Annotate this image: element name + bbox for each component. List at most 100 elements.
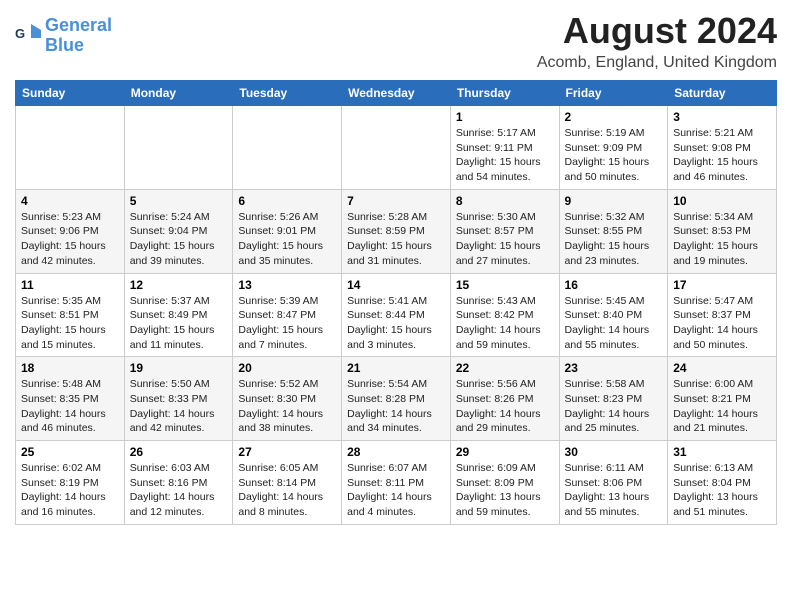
header-sunday: Sunday bbox=[16, 81, 125, 106]
cell-w0-d1 bbox=[124, 106, 233, 190]
day-info-16: Sunrise: 5:45 AMSunset: 8:40 PMDaylight:… bbox=[565, 294, 663, 353]
day-info-1: Sunrise: 5:17 AMSunset: 9:11 PMDaylight:… bbox=[456, 126, 554, 185]
day-info-30: Sunrise: 6:11 AMSunset: 8:06 PMDaylight:… bbox=[565, 461, 663, 520]
day-info-15: Sunrise: 5:43 AMSunset: 8:42 PMDaylight:… bbox=[456, 294, 554, 353]
cell-w2-d0: 11 Sunrise: 5:35 AMSunset: 8:51 PMDayligh… bbox=[16, 273, 125, 357]
day-number-26: 26 bbox=[130, 445, 228, 459]
title-area: August 2024 Acomb, England, United Kingd… bbox=[537, 10, 777, 72]
cell-w3-d5: 23 Sunrise: 5:58 AMSunset: 8:23 PMDayligh… bbox=[559, 357, 668, 441]
day-info-22: Sunrise: 5:56 AMSunset: 8:26 PMDaylight:… bbox=[456, 377, 554, 436]
day-number-20: 20 bbox=[238, 361, 336, 375]
day-number-12: 12 bbox=[130, 278, 228, 292]
day-number-5: 5 bbox=[130, 194, 228, 208]
day-info-2: Sunrise: 5:19 AMSunset: 9:09 PMDaylight:… bbox=[565, 126, 663, 185]
cell-w0-d2 bbox=[233, 106, 342, 190]
cell-w3-d3: 21 Sunrise: 5:54 AMSunset: 8:28 PMDayligh… bbox=[342, 357, 451, 441]
calendar-header-row: SundayMondayTuesdayWednesdayThursdayFrid… bbox=[16, 81, 777, 106]
day-number-10: 10 bbox=[673, 194, 771, 208]
cell-w2-d4: 15 Sunrise: 5:43 AMSunset: 8:42 PMDayligh… bbox=[450, 273, 559, 357]
cell-w0-d3 bbox=[342, 106, 451, 190]
day-info-18: Sunrise: 5:48 AMSunset: 8:35 PMDaylight:… bbox=[21, 377, 119, 436]
day-info-29: Sunrise: 6:09 AMSunset: 8:09 PMDaylight:… bbox=[456, 461, 554, 520]
header: G General Blue August 2024 Acomb, Englan… bbox=[15, 10, 777, 72]
cell-w1-d1: 5 Sunrise: 5:24 AMSunset: 9:04 PMDaylight… bbox=[124, 189, 233, 273]
week-row-2: 11 Sunrise: 5:35 AMSunset: 8:51 PMDayligh… bbox=[16, 273, 777, 357]
cell-w2-d3: 14Sunrise: 5:41 AMSunset: 8:44 PMDayligh… bbox=[342, 273, 451, 357]
day-number-31: 31 bbox=[673, 445, 771, 459]
day-info-12: Sunrise: 5:37 AMSunset: 8:49 PMDaylight:… bbox=[130, 294, 228, 353]
week-row-0: 1Sunrise: 5:17 AMSunset: 9:11 PMDaylight… bbox=[16, 106, 777, 190]
day-info-13: Sunrise: 5:39 AMSunset: 8:47 PMDaylight:… bbox=[238, 294, 336, 353]
day-info-21: Sunrise: 5:54 AMSunset: 8:28 PMDaylight:… bbox=[347, 377, 445, 436]
cell-w4-d5: 30 Sunrise: 6:11 AMSunset: 8:06 PMDayligh… bbox=[559, 441, 668, 525]
cell-w4-d3: 28Sunrise: 6:07 AMSunset: 8:11 PMDayligh… bbox=[342, 441, 451, 525]
day-info-27: Sunrise: 6:05 AMSunset: 8:14 PMDaylight:… bbox=[238, 461, 336, 520]
cell-w1-d0: 4Sunrise: 5:23 AMSunset: 9:06 PMDaylight… bbox=[16, 189, 125, 273]
day-info-23: Sunrise: 5:58 AMSunset: 8:23 PMDaylight:… bbox=[565, 377, 663, 436]
day-info-25: Sunrise: 6:02 AMSunset: 8:19 PMDaylight:… bbox=[21, 461, 119, 520]
day-number-15: 15 bbox=[456, 278, 554, 292]
cell-w1-d4: 8 Sunrise: 5:30 AMSunset: 8:57 PMDaylight… bbox=[450, 189, 559, 273]
logo-general: General bbox=[45, 15, 112, 35]
day-number-8: 8 bbox=[456, 194, 554, 208]
cell-w4-d1: 26 Sunrise: 6:03 AMSunset: 8:16 PMDayligh… bbox=[124, 441, 233, 525]
header-friday: Friday bbox=[559, 81, 668, 106]
cell-w2-d1: 12 Sunrise: 5:37 AMSunset: 8:49 PMDayligh… bbox=[124, 273, 233, 357]
day-info-24: Sunrise: 6:00 AMSunset: 8:21 PMDaylight:… bbox=[673, 377, 771, 436]
logo-text: General Blue bbox=[45, 16, 112, 56]
day-number-6: 6 bbox=[238, 194, 336, 208]
logo: G General Blue bbox=[15, 16, 112, 56]
logo-icon: G bbox=[15, 20, 43, 48]
cell-w2-d5: 16Sunrise: 5:45 AMSunset: 8:40 PMDayligh… bbox=[559, 273, 668, 357]
day-number-30: 30 bbox=[565, 445, 663, 459]
calendar-table: SundayMondayTuesdayWednesdayThursdayFrid… bbox=[15, 80, 777, 525]
cell-w2-d2: 13Sunrise: 5:39 AMSunset: 8:47 PMDayligh… bbox=[233, 273, 342, 357]
day-number-21: 21 bbox=[347, 361, 445, 375]
day-number-11: 11 bbox=[21, 278, 119, 292]
day-number-7: 7 bbox=[347, 194, 445, 208]
header-monday: Monday bbox=[124, 81, 233, 106]
cell-w2-d6: 17Sunrise: 5:47 AMSunset: 8:37 PMDayligh… bbox=[668, 273, 777, 357]
header-thursday: Thursday bbox=[450, 81, 559, 106]
subtitle: Acomb, England, United Kingdom bbox=[537, 54, 777, 72]
day-number-2: 2 bbox=[565, 110, 663, 124]
day-number-14: 14 bbox=[347, 278, 445, 292]
day-info-9: Sunrise: 5:32 AMSunset: 8:55 PMDaylight:… bbox=[565, 210, 663, 269]
cell-w0-d6: 3Sunrise: 5:21 AMSunset: 9:08 PMDaylight… bbox=[668, 106, 777, 190]
cell-w1-d6: 10Sunrise: 5:34 AMSunset: 8:53 PMDayligh… bbox=[668, 189, 777, 273]
day-number-18: 18 bbox=[21, 361, 119, 375]
cell-w1-d2: 6 Sunrise: 5:26 AMSunset: 9:01 PMDaylight… bbox=[233, 189, 342, 273]
logo-blue: Blue bbox=[45, 35, 84, 55]
day-number-9: 9 bbox=[565, 194, 663, 208]
header-saturday: Saturday bbox=[668, 81, 777, 106]
day-number-4: 4 bbox=[21, 194, 119, 208]
day-number-19: 19 bbox=[130, 361, 228, 375]
day-info-28: Sunrise: 6:07 AMSunset: 8:11 PMDaylight:… bbox=[347, 461, 445, 520]
cell-w0-d0 bbox=[16, 106, 125, 190]
header-wednesday: Wednesday bbox=[342, 81, 451, 106]
cell-w4-d0: 25 Sunrise: 6:02 AMSunset: 8:19 PMDayligh… bbox=[16, 441, 125, 525]
cell-w1-d5: 9 Sunrise: 5:32 AMSunset: 8:55 PMDaylight… bbox=[559, 189, 668, 273]
day-info-20: Sunrise: 5:52 AMSunset: 8:30 PMDaylight:… bbox=[238, 377, 336, 436]
day-info-6: Sunrise: 5:26 AMSunset: 9:01 PMDaylight:… bbox=[238, 210, 336, 269]
day-info-26: Sunrise: 6:03 AMSunset: 8:16 PMDaylight:… bbox=[130, 461, 228, 520]
day-number-25: 25 bbox=[21, 445, 119, 459]
week-row-4: 25 Sunrise: 6:02 AMSunset: 8:19 PMDayligh… bbox=[16, 441, 777, 525]
main-title: August 2024 bbox=[537, 10, 777, 52]
cell-w0-d4: 1Sunrise: 5:17 AMSunset: 9:11 PMDaylight… bbox=[450, 106, 559, 190]
day-info-11: Sunrise: 5:35 AMSunset: 8:51 PMDaylight:… bbox=[21, 294, 119, 353]
cell-w3-d0: 18 Sunrise: 5:48 AMSunset: 8:35 PMDayligh… bbox=[16, 357, 125, 441]
day-info-17: Sunrise: 5:47 AMSunset: 8:37 PMDaylight:… bbox=[673, 294, 771, 353]
day-info-5: Sunrise: 5:24 AMSunset: 9:04 PMDaylight:… bbox=[130, 210, 228, 269]
cell-w4-d2: 27Sunrise: 6:05 AMSunset: 8:14 PMDayligh… bbox=[233, 441, 342, 525]
cell-w3-d4: 22Sunrise: 5:56 AMSunset: 8:26 PMDayligh… bbox=[450, 357, 559, 441]
day-info-8: Sunrise: 5:30 AMSunset: 8:57 PMDaylight:… bbox=[456, 210, 554, 269]
header-tuesday: Tuesday bbox=[233, 81, 342, 106]
day-number-23: 23 bbox=[565, 361, 663, 375]
day-info-31: Sunrise: 6:13 AMSunset: 8:04 PMDaylight:… bbox=[673, 461, 771, 520]
cell-w0-d5: 2 Sunrise: 5:19 AMSunset: 9:09 PMDaylight… bbox=[559, 106, 668, 190]
day-number-3: 3 bbox=[673, 110, 771, 124]
cell-w3-d1: 19Sunrise: 5:50 AMSunset: 8:33 PMDayligh… bbox=[124, 357, 233, 441]
day-number-24: 24 bbox=[673, 361, 771, 375]
day-number-29: 29 bbox=[456, 445, 554, 459]
